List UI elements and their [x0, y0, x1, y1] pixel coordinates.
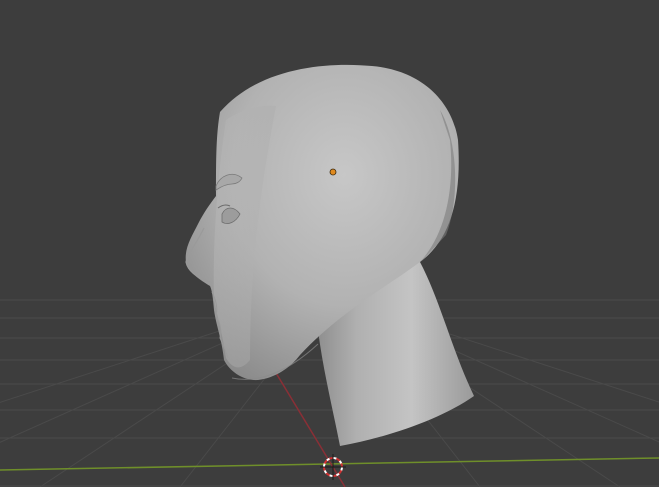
viewport-canvas[interactable]	[0, 0, 659, 487]
object-origin-icon[interactable]	[329, 168, 337, 176]
head-mesh[interactable]	[185, 64, 474, 446]
3d-viewport[interactable]	[0, 0, 659, 487]
3d-cursor-icon[interactable]	[320, 454, 346, 480]
